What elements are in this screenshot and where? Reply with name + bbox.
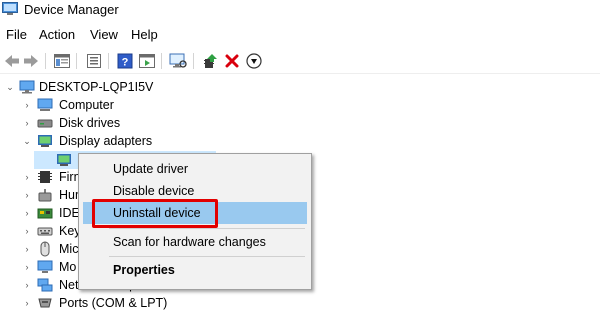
menu-update-driver[interactable]: Update driver [83, 158, 307, 180]
action-pane-icon [139, 54, 155, 68]
menu-help[interactable]: Help [131, 25, 158, 45]
expand-chevron-icon[interactable]: › [22, 171, 32, 183]
window-title: Device Manager [24, 2, 119, 17]
back-button[interactable] [2, 51, 22, 71]
action-pane-button[interactable] [137, 51, 157, 71]
expand-chevron-icon[interactable]: › [22, 279, 32, 291]
tree-item-label: Mic [59, 242, 79, 256]
tree-item-label: Disk drives [59, 116, 121, 130]
menu-item-label: Update driver [113, 162, 189, 176]
toolbar: ? [0, 49, 600, 74]
ide-icon [37, 208, 53, 219]
display-adapter-icon [38, 135, 52, 147]
toolbar-separator [161, 53, 162, 69]
svg-text:?: ? [122, 57, 129, 69]
expand-chevron-icon[interactable]: › [22, 243, 32, 255]
tree-item-computer[interactable]: › Computer [0, 96, 200, 114]
menu-file[interactable]: File [6, 25, 27, 45]
scan-toolbar-button[interactable] [168, 51, 188, 71]
properties-toolbar-button[interactable] [84, 51, 104, 71]
tree-item-ports[interactable]: › Ports (COM & LPT) [0, 294, 200, 312]
tree-item-label: Mo [59, 260, 77, 274]
expand-chevron-icon[interactable]: › [22, 189, 32, 201]
help-toolbar-button[interactable]: ? [115, 51, 135, 71]
collapse-chevron-icon[interactable]: ⌄ [22, 135, 32, 147]
display-adapter-icon [57, 154, 71, 166]
toolbar-separator [108, 53, 109, 69]
toolbar-separator [76, 53, 77, 69]
expand-chevron-icon[interactable]: › [22, 99, 32, 111]
disable-toolbar-button[interactable] [244, 51, 264, 71]
title-bar: Device Manager [0, 0, 600, 22]
menu-separator [109, 228, 305, 229]
tree-item-label: Computer [59, 98, 114, 112]
console-tree-icon [54, 54, 70, 68]
monitor-scan-icon [169, 53, 187, 68]
hid-icon [38, 189, 52, 202]
tree-item-display-adapters[interactable]: ⌄ Display adapters [0, 132, 220, 150]
tree-item-label: IDE [59, 206, 80, 220]
firmware-icon [38, 171, 52, 183]
menu-view[interactable]: View [90, 25, 118, 45]
tree-root-label: DESKTOP-LQP1I5V [39, 80, 154, 94]
menu-item-label: Properties [113, 263, 175, 277]
port-icon [38, 298, 52, 308]
computer-icon [37, 98, 53, 111]
expand-chevron-icon[interactable]: › [22, 225, 32, 237]
back-arrow-icon [5, 55, 19, 67]
menu-action[interactable]: Action [39, 25, 75, 45]
network-adapter-icon [37, 278, 53, 292]
expand-chevron-icon[interactable]: › [22, 117, 32, 129]
keyboard-icon [37, 227, 53, 236]
toolbar-separator [45, 53, 46, 69]
menu-separator [109, 256, 305, 257]
update-driver-toolbar-button[interactable] [200, 51, 220, 71]
forward-arrow-icon [24, 55, 38, 67]
menu-item-label: Scan for hardware changes [113, 235, 266, 249]
device-manager-icon [2, 2, 18, 15]
properties-icon [87, 54, 101, 68]
menu-properties[interactable]: Properties [83, 259, 307, 281]
expand-chevron-icon[interactable]: › [22, 207, 32, 219]
menu-scan-hardware[interactable]: Scan for hardware changes [83, 231, 307, 253]
toolbar-separator [193, 53, 194, 69]
disk-drive-icon [37, 119, 53, 128]
tree-root[interactable]: ⌄ DESKTOP-LQP1I5V [0, 78, 200, 96]
tree-item-disk-drives[interactable]: › Disk drives [0, 114, 200, 132]
tree-item-label: Ports (COM & LPT) [59, 296, 168, 310]
disable-arrow-down-icon [246, 53, 262, 69]
show-hide-console-tree-button[interactable] [52, 51, 72, 71]
monitor-icon [37, 260, 53, 273]
help-icon: ? [117, 53, 133, 69]
update-driver-icon [204, 54, 217, 68]
collapse-chevron-icon[interactable]: ⌄ [5, 81, 15, 93]
expand-chevron-icon[interactable]: › [22, 297, 32, 309]
forward-button[interactable] [21, 51, 41, 71]
expand-chevron-icon[interactable]: › [22, 261, 32, 273]
delete-x-icon [225, 54, 239, 68]
uninstall-toolbar-button[interactable] [222, 51, 242, 71]
mouse-icon [40, 241, 50, 257]
computer-icon [19, 80, 35, 94]
tree-item-label: Display adapters [59, 134, 153, 148]
highlight-annotation-box [92, 199, 218, 228]
